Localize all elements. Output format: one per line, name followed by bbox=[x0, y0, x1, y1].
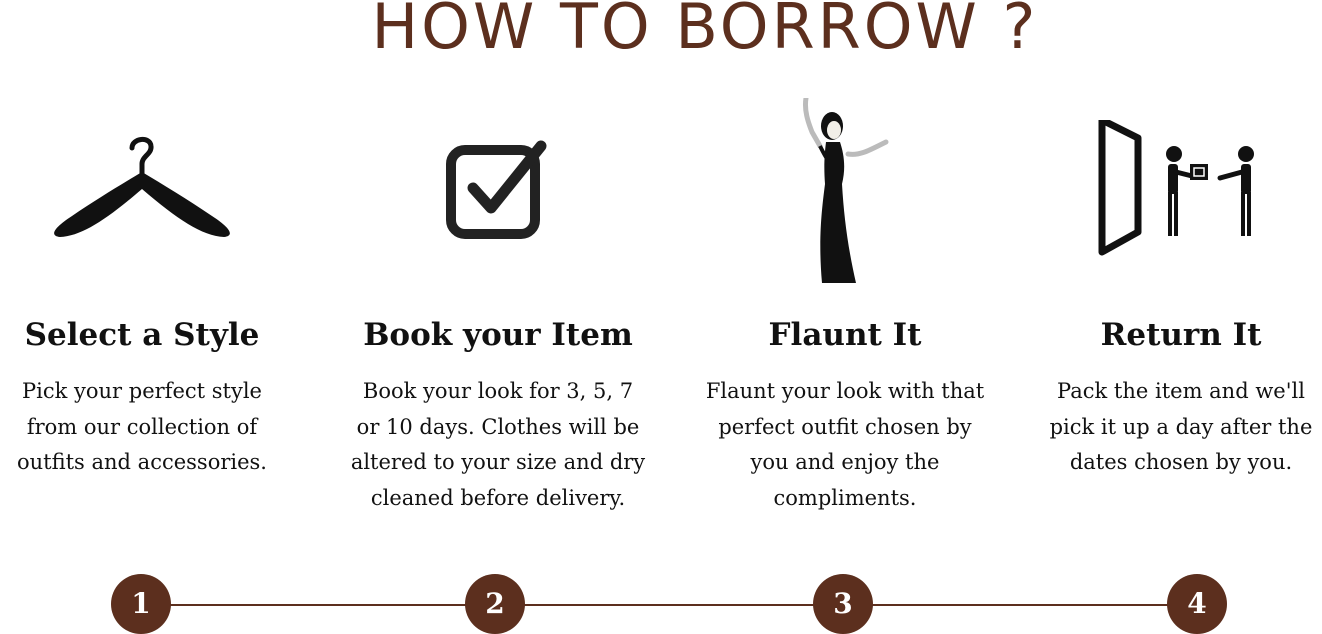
step-description-line: perfect outfit chosen by bbox=[718, 414, 972, 439]
step-description-line: Book your look for 3, 5, 7 bbox=[362, 379, 634, 403]
step-description-line: cleaned before delivery. bbox=[370, 485, 626, 510]
step-number-2: 2 bbox=[465, 574, 525, 634]
step-title: Select a Style bbox=[24, 317, 260, 353]
step-select-style: Select a Style Pick your perfect style f… bbox=[0, 90, 307, 530]
step-title: Return It bbox=[1100, 317, 1262, 353]
step-description-line: outfits and accessories. bbox=[17, 450, 267, 474]
step-description: Pack the item and we'll pick it up a day… bbox=[1016, 374, 1322, 481]
hanger-icon bbox=[0, 134, 307, 244]
step-number-4: 4 bbox=[1167, 574, 1227, 634]
step-description-line: altered to your size and dry bbox=[350, 450, 646, 474]
timeline-line bbox=[141, 604, 1197, 606]
woman-in-gown-icon bbox=[680, 98, 1010, 288]
delivery-pickup-icon bbox=[1016, 120, 1322, 260]
step-description: Book your look for 3, 5, 7 or 10 days. C… bbox=[333, 374, 663, 516]
step-return-it: Return It Pack the item and we'll pick i… bbox=[1016, 90, 1322, 530]
step-description-line: Flaunt your look with that bbox=[705, 379, 985, 403]
step-description-line: dates chosen by you. bbox=[1069, 450, 1293, 474]
step-description-line: Pick your perfect style bbox=[22, 379, 262, 403]
page-title: HOW TO BORROW ? bbox=[371, 0, 1039, 63]
step-title: Flaunt It bbox=[768, 317, 922, 353]
step-description: Flaunt your look with that perfect outfi… bbox=[680, 374, 1010, 516]
checkbox-icon bbox=[333, 138, 663, 243]
step-number-3: 3 bbox=[813, 574, 873, 634]
step-description-line: compliments. bbox=[773, 485, 917, 510]
step-title: Book your Item bbox=[363, 317, 633, 353]
step-book-item: Book your Item Book your look for 3, 5, … bbox=[333, 90, 663, 530]
step-description-line: from our collection of bbox=[26, 414, 258, 439]
step-description-line: pick it up a day after the bbox=[1049, 414, 1313, 439]
step-description-line: Pack the item and we'll bbox=[1057, 379, 1305, 403]
step-description-line: or 10 days. Clothes will be bbox=[356, 414, 640, 439]
step-flaunt-it: Flaunt It Flaunt your look with that per… bbox=[680, 90, 1010, 530]
step-description: Pick your perfect style from our collect… bbox=[0, 374, 307, 481]
step-number-1: 1 bbox=[111, 574, 171, 634]
step-description-line: you and enjoy the bbox=[750, 450, 940, 474]
